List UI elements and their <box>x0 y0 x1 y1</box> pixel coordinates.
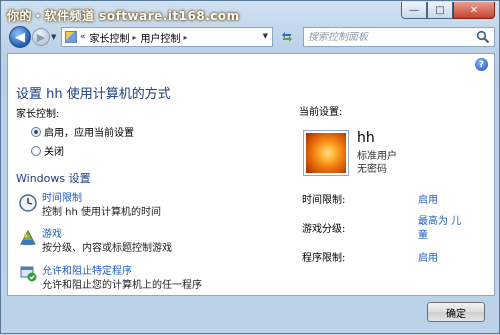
bottom-bar: 确定 <box>1 296 500 335</box>
clock-icon <box>19 194 37 212</box>
radio-enable[interactable] <box>31 127 41 137</box>
address-bar[interactable]: « 家长控制 ▸ 用户控制 ▸ ▼ <box>61 27 273 47</box>
program-limits-value: 启用 <box>418 253 438 264</box>
search-icon[interactable] <box>476 30 490 44</box>
radio-enable-label[interactable]: 启用，应用当前设置 <box>44 124 134 139</box>
programs-icon <box>20 266 37 282</box>
close-button[interactable]: ✕ <box>453 2 495 19</box>
windows-settings-heading: Windows 设置 <box>16 172 91 185</box>
time-limits-description: 控制 hh 使用计算机的时间 <box>42 207 162 218</box>
parental-controls-label: 家长控制: <box>16 109 60 120</box>
address-dropdown-icon[interactable]: ▼ <box>263 32 268 40</box>
allow-block-programs-link[interactable]: 允许和阻止特定程序 <box>42 262 132 277</box>
program-limits-key: 程序限制: <box>302 253 346 264</box>
watermark: 你的・软件频道 software.it168.com <box>7 9 240 23</box>
game-ratings-value: 最高为 儿 <box>418 216 462 227</box>
flower-picture-icon <box>306 133 346 173</box>
radio-off[interactable] <box>31 146 41 156</box>
password-status: 无密码 <box>357 164 387 175</box>
navigation-bar: ◀ ▶ ▼ « 家长控制 ▸ 用户控制 ▸ ▼ <box>1 25 500 53</box>
search-input[interactable] <box>308 29 468 45</box>
breadcrumb-item-user-controls[interactable]: 用户控制 <box>141 30 181 45</box>
breadcrumb-separator-icon[interactable]: ▸ <box>133 33 137 42</box>
window-controls: — □ ✕ <box>401 2 495 20</box>
game-ratings-value-line2: 童 <box>418 230 428 241</box>
ok-button[interactable]: 确定 <box>427 302 485 322</box>
window-frame: 你的・软件频道 software.it168.com — □ ✕ ◀ ▶ ▼ «… <box>0 0 500 334</box>
time-limits-key: 时间限制: <box>302 195 346 206</box>
forward-arrow-icon: ▶ <box>36 30 46 44</box>
control-panel-icon <box>65 31 77 43</box>
games-description: 按分级、内容或标题控制游戏 <box>42 243 172 254</box>
help-icon[interactable]: ? <box>475 58 488 71</box>
game-ratings-key: 游戏分级: <box>302 224 346 235</box>
current-settings-title: 当前设置: <box>299 107 343 118</box>
breadcrumb-item-parental-controls[interactable]: 家长控制 <box>90 30 130 45</box>
back-arrow-icon: ◀ <box>15 29 25 45</box>
breadcrumb-separator-icon[interactable]: ▸ <box>184 33 188 42</box>
time-limits-value: 启用 <box>418 195 438 206</box>
user-name: hh <box>357 130 375 146</box>
breadcrumb-overflow[interactable]: « <box>80 32 86 42</box>
allow-block-programs-description: 允许和阻止您的计算机上的任一程序 <box>42 280 202 291</box>
refresh-button[interactable] <box>276 28 298 46</box>
avatar <box>303 130 349 176</box>
title-bar: 你的・软件频道 software.it168.com — □ ✕ <box>1 1 500 25</box>
games-link[interactable]: 游戏 <box>42 225 62 240</box>
minimize-button[interactable]: — <box>401 2 427 19</box>
history-dropdown-icon[interactable]: ▼ <box>51 33 56 41</box>
page-title: 设置 hh 使用计算机的方式 <box>16 87 171 102</box>
main-panel: ? 设置 hh 使用计算机的方式 家长控制: 启用，应用当前设置 关闭 Wind… <box>7 53 495 296</box>
refresh-icon <box>282 32 292 42</box>
time-limits-link[interactable]: 时间限制 <box>42 189 82 204</box>
forward-button[interactable]: ▶ <box>32 28 50 46</box>
search-box[interactable] <box>303 27 495 47</box>
back-button[interactable]: ◀ <box>9 26 31 48</box>
games-icon <box>20 229 36 245</box>
radio-off-label[interactable]: 关闭 <box>44 143 64 158</box>
maximize-button[interactable]: □ <box>427 2 453 19</box>
